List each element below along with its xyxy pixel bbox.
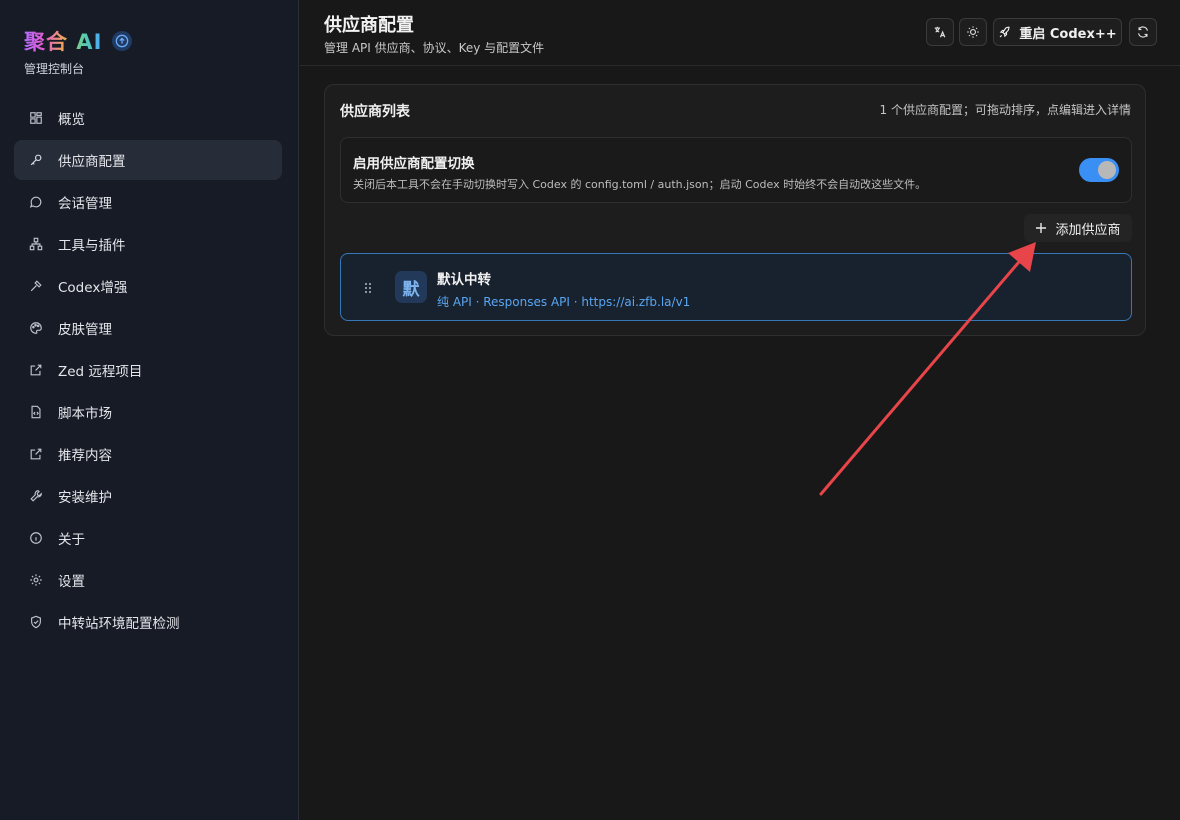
refresh-button[interactable] bbox=[1129, 18, 1157, 46]
translate-button[interactable] bbox=[926, 18, 954, 46]
hammer-icon bbox=[28, 278, 44, 294]
sidebar-item-relay-env-check[interactable]: 中转站环境配置检测 bbox=[14, 602, 282, 642]
external-link-icon bbox=[28, 446, 44, 462]
sidebar-item-label: 脚本市场 bbox=[58, 406, 112, 422]
plus-icon bbox=[1035, 222, 1047, 234]
provider-card[interactable]: 默 默认中转 纯 API · Responses API · https://a… bbox=[340, 253, 1132, 321]
sidebar-item-install-maintenance[interactable]: 安装维护 bbox=[14, 476, 282, 516]
sidebar-item-about[interactable]: 关于 bbox=[14, 518, 282, 558]
switch-title: 启用供应商配置切换 bbox=[353, 156, 475, 172]
sidebar-item-provider-config[interactable]: 供应商配置 bbox=[14, 140, 282, 180]
page-title: 供应商配置 bbox=[324, 15, 414, 36]
sidebar-item-label: 设置 bbox=[58, 574, 85, 590]
wrench-icon bbox=[28, 488, 44, 504]
sidebar-item-overview[interactable]: 概览 bbox=[14, 98, 282, 138]
sidebar-item-zed-remote[interactable]: Zed 远程项目 bbox=[14, 350, 282, 390]
sidebar-item-label: Codex增强 bbox=[58, 280, 128, 296]
provider-avatar: 默 bbox=[395, 271, 427, 303]
restart-codex-button[interactable]: 重启 Codex++ bbox=[993, 18, 1122, 46]
rocket-icon bbox=[998, 26, 1011, 39]
sidebar-item-codex-enhance[interactable]: Codex增强 bbox=[14, 266, 282, 306]
sidebar-item-label: 中转站环境配置检测 bbox=[58, 616, 180, 632]
sun-icon bbox=[966, 25, 980, 39]
sidebar-item-sessions[interactable]: 会话管理 bbox=[14, 182, 282, 222]
refresh-icon bbox=[1136, 25, 1150, 39]
gear-icon bbox=[28, 572, 44, 588]
grid-icon bbox=[28, 110, 44, 126]
page-subtitle: 管理 API 供应商、协议、Key 与配置文件 bbox=[324, 41, 545, 55]
provider-name: 默认中转 bbox=[437, 272, 491, 288]
switch-description: 关闭后本工具不会在手动切换时写入 Codex 的 config.toml / a… bbox=[353, 178, 927, 191]
file-code-icon bbox=[28, 404, 44, 420]
key-icon bbox=[28, 152, 44, 168]
restart-button-label: 重启 Codex++ bbox=[1019, 26, 1117, 42]
brand-subtitle: 管理控制台 bbox=[24, 62, 85, 76]
main-content: 供应商配置 管理 API 供应商、协议、Key 与配置文件 重启 Codex++… bbox=[300, 0, 1180, 820]
sidebar-item-recommended[interactable]: 推荐内容 bbox=[14, 434, 282, 474]
sidebar-item-label: 概览 bbox=[58, 112, 85, 128]
chat-bubble-icon bbox=[28, 194, 44, 210]
provider-list-panel: 供应商列表 1 个供应商配置；可拖动排序，点编辑进入详情 启用供应商配置切换 关… bbox=[324, 84, 1146, 336]
sidebar-item-skins[interactable]: 皮肤管理 bbox=[14, 308, 282, 348]
add-provider-button[interactable]: 添加供应商 bbox=[1024, 214, 1132, 242]
brand: 聚合 AI bbox=[24, 26, 133, 56]
info-icon bbox=[28, 530, 44, 546]
sidebar-item-label: 皮肤管理 bbox=[58, 322, 112, 338]
external-link-icon bbox=[28, 362, 44, 378]
provider-switch-toggle[interactable] bbox=[1079, 158, 1119, 182]
toggle-knob bbox=[1098, 161, 1116, 179]
translate-icon bbox=[933, 25, 947, 39]
sidebar-item-label: Zed 远程项目 bbox=[58, 364, 143, 380]
drag-handle-icon[interactable] bbox=[363, 280, 373, 294]
provider-meta: 纯 API · Responses API · https://ai.zfb.l… bbox=[437, 295, 691, 309]
sidebar-item-label: 安装维护 bbox=[58, 490, 112, 506]
sidebar-nav: 概览 供应商配置 会话管理 工具与插件 Codex增强 皮肤管理 Zed 远程项… bbox=[14, 98, 282, 644]
upgrade-icon[interactable] bbox=[112, 31, 133, 51]
add-provider-label: 添加供应商 bbox=[1055, 222, 1121, 238]
sidebar-item-label: 推荐内容 bbox=[58, 448, 112, 464]
panel-title: 供应商列表 bbox=[340, 104, 410, 120]
page-header: 供应商配置 管理 API 供应商、协议、Key 与配置文件 重启 Codex++ bbox=[300, 0, 1180, 66]
sidebar: 聚合 AI 管理控制台 概览 供应商配置 会话管理 工具与插件 Codex增强 … bbox=[0, 0, 299, 820]
brand-logo-text: 聚合 AI bbox=[24, 26, 102, 56]
palette-icon bbox=[28, 320, 44, 336]
sidebar-item-label: 关于 bbox=[58, 532, 85, 548]
theme-toggle-button[interactable] bbox=[959, 18, 987, 46]
sidebar-item-tools-plugins[interactable]: 工具与插件 bbox=[14, 224, 282, 264]
sidebar-item-label: 供应商配置 bbox=[58, 154, 126, 170]
sidebar-item-label: 会话管理 bbox=[58, 196, 112, 212]
sidebar-item-label: 工具与插件 bbox=[58, 238, 126, 254]
shield-icon bbox=[28, 614, 44, 630]
provider-count-hint: 1 个供应商配置；可拖动排序，点编辑进入详情 bbox=[879, 103, 1131, 117]
sidebar-item-script-market[interactable]: 脚本市场 bbox=[14, 392, 282, 432]
provider-switch-card: 启用供应商配置切换 关闭后本工具不会在手动切换时写入 Codex 的 confi… bbox=[340, 137, 1132, 203]
sidebar-item-settings[interactable]: 设置 bbox=[14, 560, 282, 600]
network-icon bbox=[28, 236, 44, 252]
